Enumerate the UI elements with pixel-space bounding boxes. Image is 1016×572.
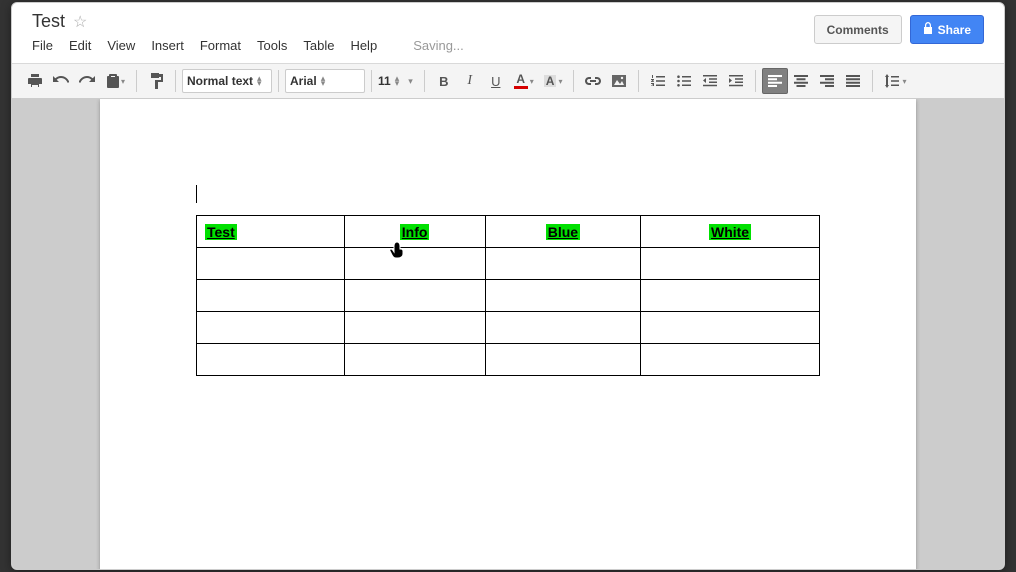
- caret-icon: ▴▾: [257, 76, 262, 86]
- table-cell[interactable]: [344, 280, 485, 312]
- toolbar: ▾ Normal text ▴▾ Arial ▴▾ 11 ▴▾ ▾ B I U: [12, 63, 1004, 99]
- app-window: Test ☆ File Edit View Insert Format Tool…: [11, 2, 1005, 570]
- font-size-label: 11: [378, 74, 391, 88]
- table-cell[interactable]: [641, 280, 820, 312]
- text-color-swatch: [514, 86, 528, 89]
- increase-indent-button[interactable]: [723, 68, 749, 94]
- menu-help[interactable]: Help: [350, 38, 377, 53]
- table-row[interactable]: [197, 312, 820, 344]
- table-row[interactable]: [197, 280, 820, 312]
- comments-button[interactable]: Comments: [814, 15, 902, 44]
- header-text: Blue: [546, 224, 580, 240]
- table-cell[interactable]: [197, 248, 345, 280]
- table-cell[interactable]: [641, 248, 820, 280]
- table-cell[interactable]: [641, 344, 820, 376]
- clipboard-button[interactable]: ▾: [100, 68, 130, 94]
- menu-edit[interactable]: Edit: [69, 38, 91, 53]
- print-button[interactable]: [22, 68, 48, 94]
- table-cell[interactable]: [344, 312, 485, 344]
- underline-button[interactable]: U: [483, 68, 509, 94]
- table-cell[interactable]: [485, 344, 640, 376]
- document-title[interactable]: Test: [32, 11, 65, 32]
- table-cell[interactable]: [197, 344, 345, 376]
- insert-link-button[interactable]: [580, 68, 606, 94]
- undo-button[interactable]: [48, 68, 74, 94]
- header-text: Info: [400, 224, 430, 240]
- menu-view[interactable]: View: [107, 38, 135, 53]
- paragraph-style-label: Normal text: [187, 74, 253, 88]
- workspace[interactable]: Test Info Blue White: [12, 99, 1004, 569]
- table-cell[interactable]: [641, 312, 820, 344]
- decrease-indent-button[interactable]: [697, 68, 723, 94]
- align-right-button[interactable]: [814, 68, 840, 94]
- table-header-cell[interactable]: Blue: [485, 216, 640, 248]
- numbered-list-button[interactable]: [645, 68, 671, 94]
- lock-icon: [923, 22, 933, 37]
- align-justify-button[interactable]: [840, 68, 866, 94]
- table-header-row[interactable]: Test Info Blue White: [197, 216, 820, 248]
- text-caret: [196, 185, 197, 203]
- highlight-color-button[interactable]: A ▾: [539, 68, 568, 94]
- caret-icon: ▴▾: [321, 76, 326, 86]
- table-header-cell[interactable]: Info: [344, 216, 485, 248]
- menu-format[interactable]: Format: [200, 38, 241, 53]
- paragraph-style-select[interactable]: Normal text ▴▾: [182, 69, 272, 93]
- menu-table[interactable]: Table: [303, 38, 334, 53]
- table-row[interactable]: [197, 344, 820, 376]
- table-cell[interactable]: [197, 280, 345, 312]
- table-header-cell[interactable]: Test: [197, 216, 345, 248]
- insert-image-button[interactable]: [606, 68, 632, 94]
- star-icon[interactable]: ☆: [73, 12, 87, 32]
- redo-button[interactable]: [74, 68, 100, 94]
- table-row[interactable]: [197, 248, 820, 280]
- paint-format-button[interactable]: [143, 68, 169, 94]
- text-color-button[interactable]: A ▾: [509, 68, 539, 94]
- header-text: White: [709, 224, 751, 240]
- share-label: Share: [938, 23, 971, 37]
- table-cell[interactable]: [344, 248, 485, 280]
- table-cell[interactable]: [485, 280, 640, 312]
- document-page[interactable]: Test Info Blue White: [100, 99, 916, 569]
- menu-file[interactable]: File: [32, 38, 53, 53]
- bold-button[interactable]: B: [431, 68, 457, 94]
- font-select[interactable]: Arial ▴▾: [285, 69, 365, 93]
- table-cell[interactable]: [344, 344, 485, 376]
- caret-icon: ▴▾: [395, 76, 400, 86]
- align-left-button[interactable]: [762, 68, 788, 94]
- italic-button[interactable]: I: [457, 68, 483, 94]
- table-cell[interactable]: [485, 312, 640, 344]
- table-cell[interactable]: [485, 248, 640, 280]
- titlebar: Test ☆ File Edit View Insert Format Tool…: [12, 3, 1004, 63]
- share-button[interactable]: Share: [910, 15, 984, 44]
- line-spacing-button[interactable]: ▾: [879, 68, 911, 94]
- save-status: Saving...: [413, 38, 464, 53]
- menu-insert[interactable]: Insert: [151, 38, 184, 53]
- table-cell[interactable]: [197, 312, 345, 344]
- menu-tools[interactable]: Tools: [257, 38, 287, 53]
- align-center-button[interactable]: [788, 68, 814, 94]
- menubar: File Edit View Insert Format Tools Table…: [32, 32, 464, 63]
- bulleted-list-button[interactable]: [671, 68, 697, 94]
- document-table[interactable]: Test Info Blue White: [196, 215, 820, 376]
- table-header-cell[interactable]: White: [641, 216, 820, 248]
- font-label: Arial: [290, 74, 317, 88]
- font-size-dropdown[interactable]: ▾: [403, 68, 418, 94]
- header-text: Test: [205, 224, 237, 240]
